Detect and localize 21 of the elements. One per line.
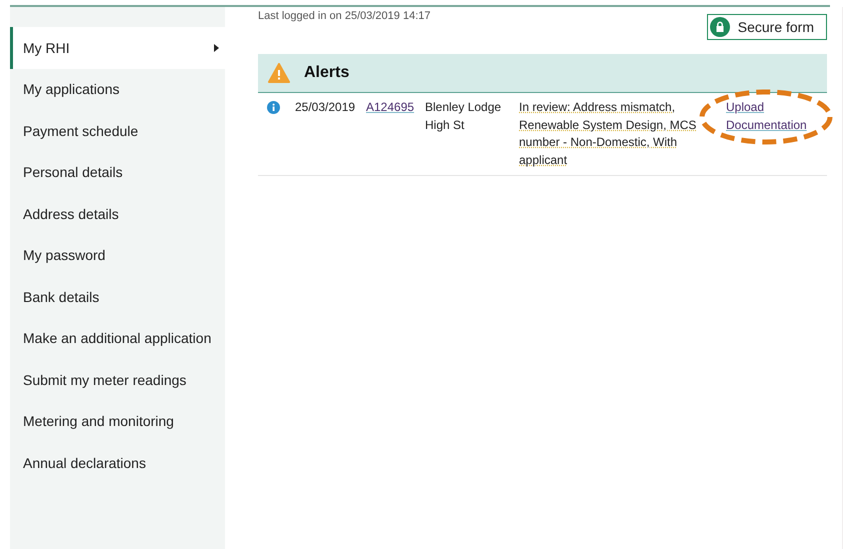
sidebar-item[interactable]: My applications bbox=[10, 68, 225, 110]
secure-form-badge: Secure form bbox=[706, 14, 827, 40]
sidebar-item[interactable]: Make an additional application bbox=[10, 318, 225, 359]
last-login-text: Last logged in on 25/03/2019 14:17 bbox=[258, 10, 430, 22]
sidebar-item[interactable]: Submit my meter readings bbox=[10, 359, 225, 400]
status-text: In review: Address mismatch, Renewable System Design, MCS number - Non-Domestic, With applicant bbox=[519, 100, 696, 166]
sidebar-item[interactable]: My RHI bbox=[10, 27, 225, 68]
reference-link[interactable]: A124695 bbox=[366, 100, 414, 114]
alerts-title: Alerts bbox=[304, 64, 350, 82]
lock-icon bbox=[710, 17, 730, 37]
warning-icon bbox=[268, 63, 290, 83]
sidebar-item[interactable]: Payment schedule bbox=[10, 110, 225, 152]
date-cell-text: 25/03/2019 bbox=[295, 99, 356, 116]
info-icon bbox=[267, 101, 280, 114]
address-cell-text: Blenley Lodge High St bbox=[425, 99, 502, 134]
sidebar-item[interactable]: My password bbox=[10, 234, 225, 276]
sidebar-item[interactable]: Metering and monitoring bbox=[10, 400, 225, 442]
sidebar-item[interactable]: Personal details bbox=[10, 152, 225, 193]
sidebar-item[interactable]: Bank details bbox=[10, 276, 225, 318]
sidebar-item[interactable]: Address details bbox=[10, 193, 225, 234]
sidebar-item[interactable]: Annual declarations bbox=[10, 442, 225, 484]
